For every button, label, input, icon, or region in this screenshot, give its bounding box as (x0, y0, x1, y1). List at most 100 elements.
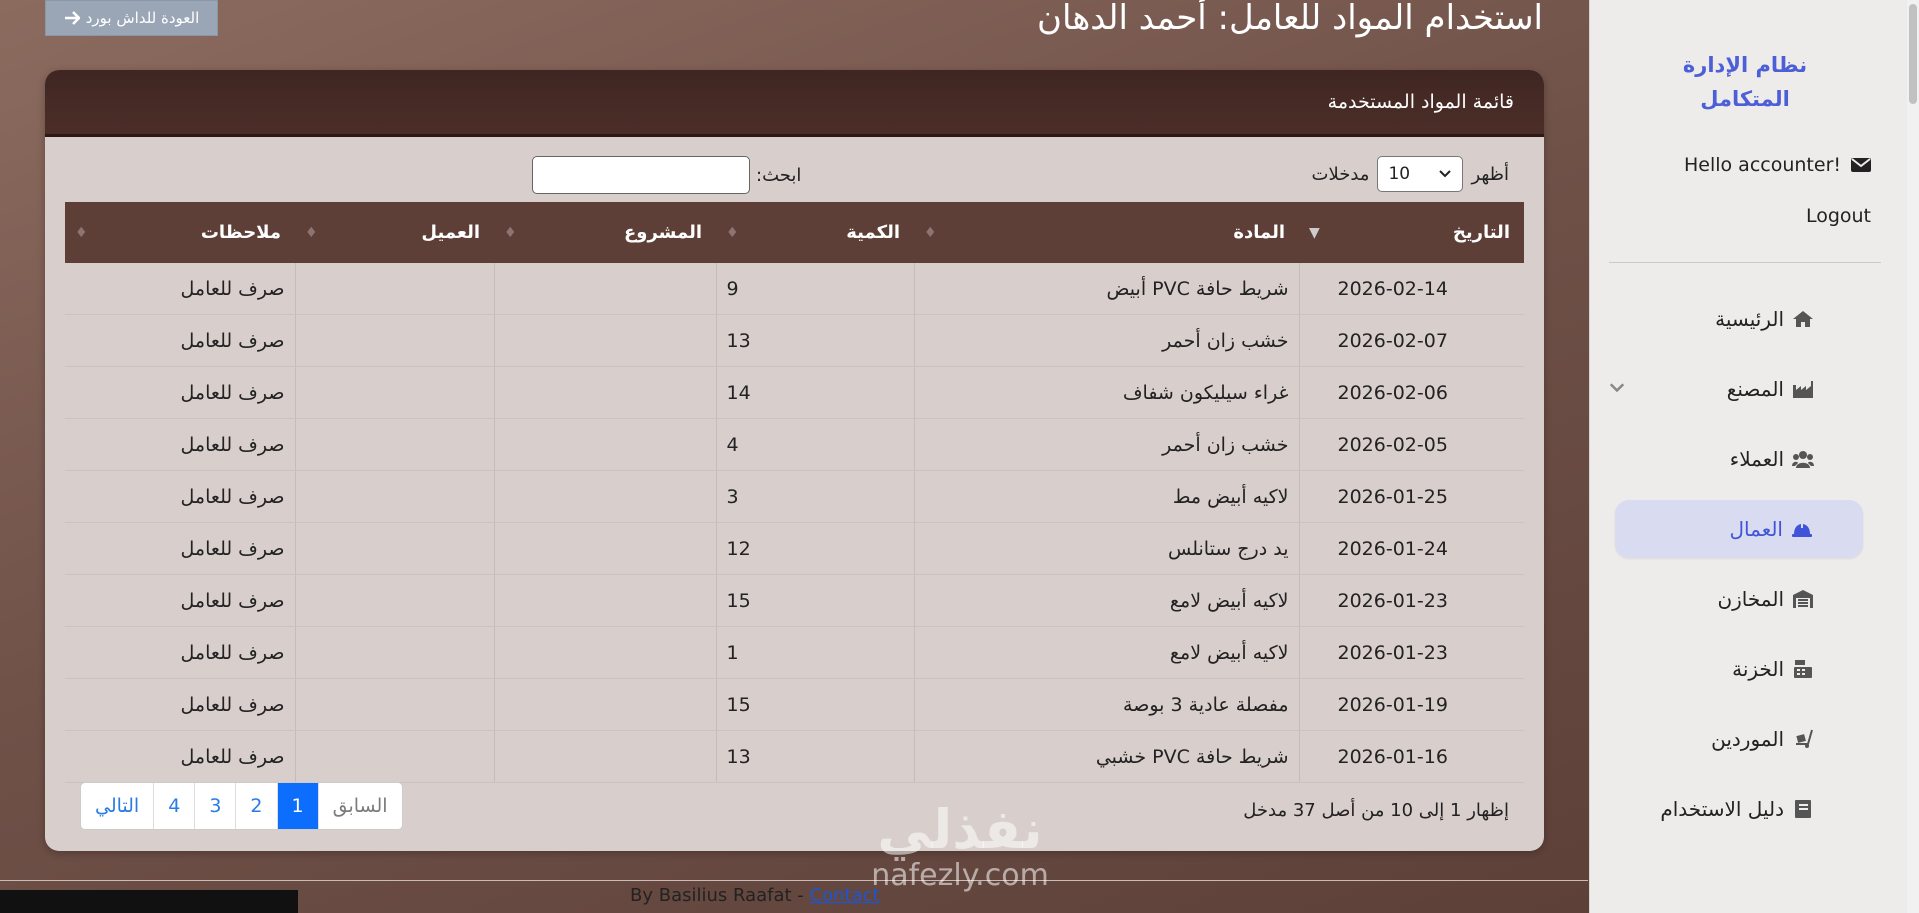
cell-client (294, 626, 494, 679)
table-row: 2026-01-23 لاكيه أبيض لامع 1 صرف للعامل (65, 626, 1524, 679)
contact-link[interactable]: Contact (810, 885, 880, 906)
cell-project (493, 314, 716, 367)
cell-client (294, 263, 494, 315)
cell-client (294, 418, 494, 471)
search-input[interactable] (532, 156, 750, 194)
cell-item: لاكيه أبيض لامع (913, 574, 1299, 627)
table-row: 2026-01-23 لاكيه أبيض لامع 15 صرف للعامل (65, 574, 1524, 627)
envelope-icon[interactable] (1851, 157, 1871, 173)
sidebar-item-label: المخازن (1717, 587, 1784, 611)
cell-item: خشب زان أحمر (913, 418, 1299, 471)
cell-project (493, 418, 716, 471)
cell-project (493, 626, 716, 679)
cell-quantity: 12 (715, 522, 914, 575)
table-controls: أظهر 10 مدخلات ابحث: (45, 156, 1544, 196)
materials-table: التاريخ ▼ المادة ♦ الكمية ♦ المشروع ♦ العميل… (65, 202, 1524, 783)
card-title: قائمة المواد المستخدمة (1327, 91, 1514, 113)
footer-divider (0, 880, 1588, 881)
sidebar-item-treasury[interactable]: الخزنة (1614, 640, 1864, 698)
cell-quantity: 1 (715, 626, 914, 679)
column-header-label: التاريخ (1452, 222, 1510, 243)
entries-select[interactable]: 10 (1377, 156, 1464, 192)
cell-client (294, 730, 494, 783)
arrow-right-icon (64, 11, 80, 25)
sidebar-divider (1609, 262, 1881, 263)
footer-text: By Basilius Raafat - (630, 885, 810, 906)
cell-date: 2026-02-06 (1298, 366, 1524, 419)
sidebar-item-warehouses[interactable]: المخازن (1614, 570, 1864, 628)
cell-quantity: 15 (715, 574, 914, 627)
sidebar: نظام الإدارة المتكامل Hello accounter! L… (1589, 0, 1919, 913)
cell-quantity: 14 (715, 366, 914, 419)
sort-icon: ♦ (726, 224, 739, 241)
pagination-page-4[interactable]: 4 (153, 783, 194, 829)
cell-date: 2026-01-23 (1298, 574, 1524, 627)
column-header-project[interactable]: المشروع ♦ (494, 202, 716, 263)
cell-project (493, 263, 716, 315)
cell-notes: صرف للعامل (65, 470, 295, 523)
cell-date: 2026-02-07 (1298, 314, 1524, 367)
entries-select-value: 10 (1388, 164, 1411, 184)
cell-date: 2026-01-24 (1298, 522, 1524, 575)
show-label: أظهر (1471, 163, 1509, 185)
sidebar-item-label: الخزنة (1732, 657, 1784, 681)
entries-length-control: أظهر 10 مدخلات (1312, 156, 1509, 192)
column-header-date[interactable]: التاريخ ▼ (1299, 202, 1524, 263)
column-header-item[interactable]: المادة ♦ (914, 202, 1299, 263)
column-header-client[interactable]: العميل ♦ (295, 202, 494, 263)
cell-client (294, 522, 494, 575)
scrollbar-thumb[interactable] (1909, 4, 1917, 104)
pagination-page-2[interactable]: 2 (235, 783, 276, 829)
cell-project (493, 470, 716, 523)
table-info: إظهار 1 إلى 10 من أصل 37 مدخل (1243, 800, 1509, 821)
brand-title[interactable]: نظام الإدارة المتكامل (1665, 48, 1825, 116)
sidebar-item-label: دليل الاستخدام (1660, 797, 1784, 821)
entries-label: مدخلات (1311, 163, 1370, 185)
cell-quantity: 9 (715, 263, 914, 315)
cell-item: غراء سيليكون شفاف (913, 366, 1299, 419)
chevron-down-icon (1439, 170, 1452, 178)
sidebar-item-customers[interactable]: العملاء (1614, 430, 1864, 488)
table-row: 2026-02-05 خشب زان أحمر 4 صرف للعامل (65, 418, 1524, 471)
cell-notes: صرف للعامل (65, 626, 295, 679)
sidebar-item-workers[interactable]: العمال (1615, 500, 1863, 558)
column-header-label: الكمية (846, 222, 900, 243)
users-icon (1792, 451, 1814, 468)
pagination-next[interactable]: التالي (81, 783, 153, 829)
table-row: 2026-01-25 لاكيه أبيض مط 3 صرف للعامل (65, 470, 1524, 523)
cell-item: شريط حافة PVC أبيض (913, 263, 1299, 315)
sidebar-item-guide[interactable]: دليل الاستخدام (1614, 780, 1864, 838)
bottom-bar (0, 890, 298, 913)
cell-item: خشب زان أحمر (913, 314, 1299, 367)
logout-link[interactable]: Logout (1806, 205, 1871, 227)
sidebar-item-label: الرئيسية (1715, 307, 1784, 331)
cell-client (294, 574, 494, 627)
cell-notes: صرف للعامل (65, 418, 295, 471)
chevron-down-icon[interactable] (1606, 378, 1628, 398)
cell-notes: صرف للعامل (65, 678, 295, 731)
pagination-page-1[interactable]: 1 (276, 783, 318, 829)
sidebar-item-factory[interactable]: المصنع (1609, 360, 1864, 418)
watermark-latin: nafezly.com (871, 858, 1049, 893)
cell-notes: صرف للعامل (65, 314, 295, 367)
cell-date: 2026-02-14 (1298, 263, 1524, 315)
warehouse-icon (1793, 590, 1813, 608)
cell-client (294, 366, 494, 419)
sidebar-item-home[interactable]: الرئيسية (1614, 290, 1864, 348)
cell-item: شريط حافة PVC خشبي (913, 730, 1299, 783)
cell-project (493, 730, 716, 783)
sidebar-scrollbar[interactable] (1907, 0, 1919, 913)
back-to-dashboard-button[interactable]: العودة للداش بورد (45, 0, 218, 36)
sidebar-item-suppliers[interactable]: الموردين (1614, 710, 1864, 768)
pagination-page-3[interactable]: 3 (194, 783, 235, 829)
sort-icon: ♦ (924, 224, 937, 241)
cell-project (493, 366, 716, 419)
column-header-quantity[interactable]: الكمية ♦ (716, 202, 914, 263)
cell-item: لاكيه أبيض مط (913, 470, 1299, 523)
sort-icon: ▼ (1309, 224, 1320, 241)
sort-icon: ♦ (75, 224, 88, 241)
column-header-label: المادة (1233, 222, 1285, 243)
home-icon (1793, 311, 1813, 327)
column-header-notes[interactable]: ملاحظات ♦ (65, 202, 295, 263)
pagination-previous[interactable]: السابق (317, 783, 402, 829)
